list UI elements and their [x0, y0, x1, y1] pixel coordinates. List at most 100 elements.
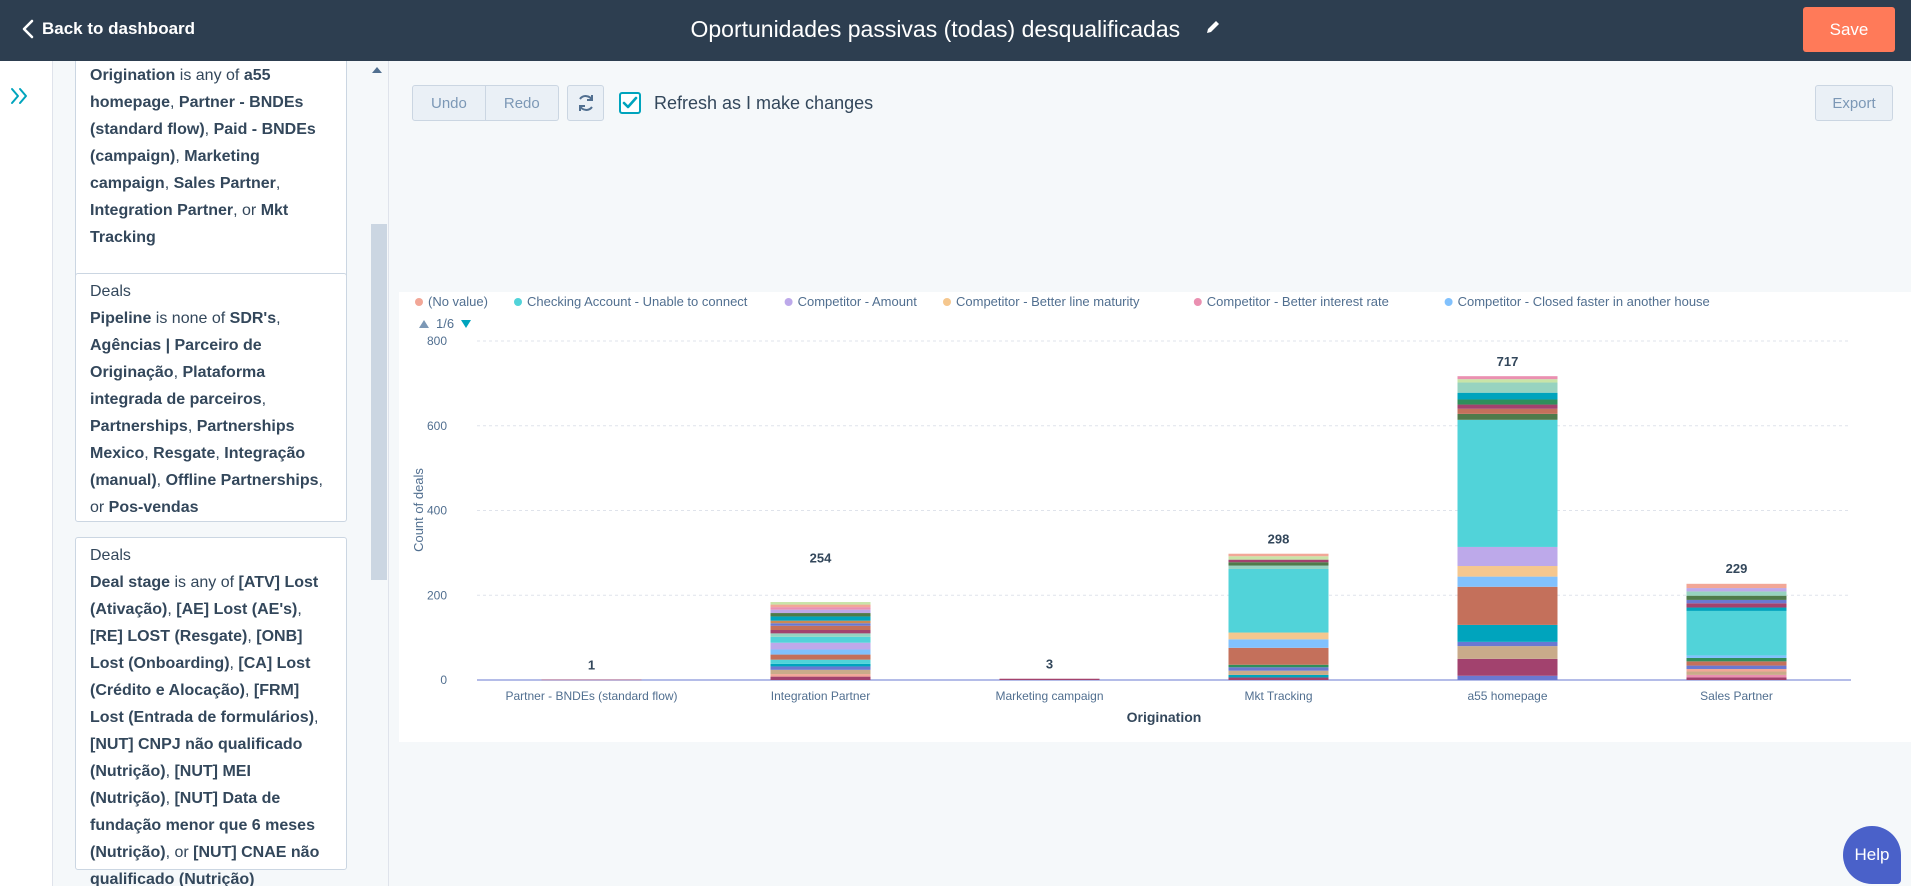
bar-segment — [770, 666, 871, 670]
filter-value: Resgate — [153, 445, 216, 462]
bar-segment — [1457, 413, 1558, 420]
filter-operator: , or — [233, 202, 261, 219]
legend-label: Checking Account - Unable to connect — [527, 294, 748, 309]
bar-segment — [1228, 559, 1329, 563]
bar-segment — [770, 636, 871, 643]
legend-swatch — [784, 298, 793, 306]
x-tick-label: Partner - BNDEs (standard flow) — [505, 689, 677, 703]
bar-segment — [1228, 568, 1329, 633]
filter-operator: , — [144, 445, 154, 462]
filter-operator: , — [245, 682, 254, 699]
legend-label: Competitor - Amount — [798, 294, 918, 309]
bar-total-label: 254 — [810, 550, 832, 565]
scroll-up-arrow-icon[interactable] — [372, 67, 382, 73]
bar-segment — [770, 663, 871, 667]
filter-operator: , — [297, 601, 302, 618]
bar-segment — [1228, 639, 1329, 648]
legend-next-arrow-icon — [461, 320, 471, 328]
legend-swatch — [943, 298, 951, 306]
bar-segment — [770, 642, 871, 650]
bar-segment — [1686, 665, 1787, 669]
save-button[interactable]: Save — [1803, 7, 1895, 52]
filter-operator: is any of — [175, 67, 244, 84]
y-tick-label: 400 — [427, 504, 447, 518]
legend-pager: 1/6 — [436, 316, 454, 331]
x-tick-label: Integration Partner — [771, 689, 870, 703]
redo-button[interactable]: Redo — [485, 85, 559, 121]
bar-segment — [541, 679, 642, 681]
legend-label: Competitor - Better interest rate — [1207, 294, 1389, 309]
filter-card-pipeline[interactable]: Deals Pipeline is none of SDR's, Agências… — [75, 273, 347, 522]
bar-segment — [1228, 667, 1329, 671]
refresh-button[interactable] — [567, 85, 604, 121]
y-tick-label: 200 — [427, 588, 447, 602]
bar-segment — [1457, 392, 1558, 400]
filter-operator: , — [204, 121, 214, 138]
y-tick-label: 800 — [427, 334, 447, 348]
filter-value: Pos-vendas — [108, 499, 199, 516]
bar-segment — [1457, 399, 1558, 405]
x-axis-label: Origination — [1127, 709, 1202, 725]
bar-segment — [1228, 556, 1329, 560]
filter-value: [AE] Lost (AE's) — [176, 601, 298, 618]
bar-segment — [770, 633, 871, 637]
filters-scrollbar-thumb[interactable] — [371, 224, 387, 580]
filter-value: Sales Partner — [173, 175, 276, 192]
stacked-bar-chart: (No value) Checking Account - Unable to c… — [411, 294, 1851, 725]
bar-segment — [770, 616, 871, 621]
filter-operator: , — [156, 472, 166, 489]
pencil-icon[interactable] — [1205, 14, 1221, 41]
filter-operator: , — [314, 709, 319, 726]
filter-object-label: Deals — [90, 283, 131, 300]
filter-operator: , — [187, 418, 197, 435]
filter-value: Deal stage — [90, 574, 171, 591]
filter-operator: is none of — [151, 310, 230, 327]
report-title-text[interactable]: Oportunidades passivas (todas) desqualif… — [690, 16, 1180, 43]
bar-segment — [1686, 595, 1787, 600]
bar-segment — [1686, 603, 1787, 608]
bar-total-label: 229 — [1726, 561, 1748, 576]
report-title: Oportunidades passivas (todas) desqualif… — [0, 14, 1911, 43]
bar-segment — [1686, 668, 1787, 672]
bar-segment — [1457, 576, 1558, 587]
bar-segment — [770, 623, 871, 626]
export-button[interactable]: Export — [1815, 85, 1893, 121]
bar-total-label: 3 — [1046, 657, 1053, 672]
filter-operator: , — [247, 628, 257, 645]
filter-operator: , — [215, 445, 225, 462]
bar-total-label: 717 — [1497, 354, 1519, 369]
bar-segment — [770, 620, 871, 624]
filter-card-deal-stage[interactable]: Deals Deal stage is any of [ATV] Lost (At… — [75, 537, 347, 886]
bar-segment — [1457, 624, 1558, 642]
refresh-as-i-make-changes-checkbox[interactable] — [619, 92, 641, 114]
bar-segment — [1686, 607, 1787, 611]
filter-value: Pipeline — [90, 310, 152, 327]
filter-operator: , — [164, 175, 174, 192]
bar-segment — [1228, 674, 1329, 678]
bar-total-label: 298 — [1268, 532, 1290, 547]
bar-segment — [770, 625, 871, 630]
bar-segment — [770, 629, 871, 634]
filter-object-label: Deals — [90, 547, 131, 564]
filter-operator: , — [175, 148, 185, 165]
filter-condition-text: Origination is any of a55 homepage, Part… — [90, 67, 316, 246]
bar-segment — [1686, 655, 1787, 658]
bar-segment — [1228, 632, 1329, 640]
filter-condition-text: Pipeline is none of SDR's, Agências | Pa… — [90, 310, 323, 516]
bar-segment — [1457, 658, 1558, 676]
undo-button[interactable]: Undo — [412, 85, 486, 121]
bar-segment — [770, 669, 871, 675]
refresh-icon — [578, 95, 593, 111]
filter-operator: is any of — [170, 574, 239, 591]
refresh-checkbox-label[interactable]: Refresh as I make changes — [654, 93, 873, 114]
bar-segment — [1228, 647, 1329, 665]
legend-swatch — [1444, 298, 1453, 306]
filter-operator: , — [276, 310, 281, 327]
bar-segment — [770, 674, 871, 677]
filters-panel: Origination is any of a55 homepage, Part… — [53, 61, 389, 886]
filter-value: Integration Partner — [90, 202, 234, 219]
bar-segment — [1686, 591, 1787, 596]
help-button[interactable]: Help — [1843, 826, 1901, 884]
expand-panel-icon[interactable] — [10, 87, 30, 110]
bar-segment — [1228, 677, 1329, 680]
